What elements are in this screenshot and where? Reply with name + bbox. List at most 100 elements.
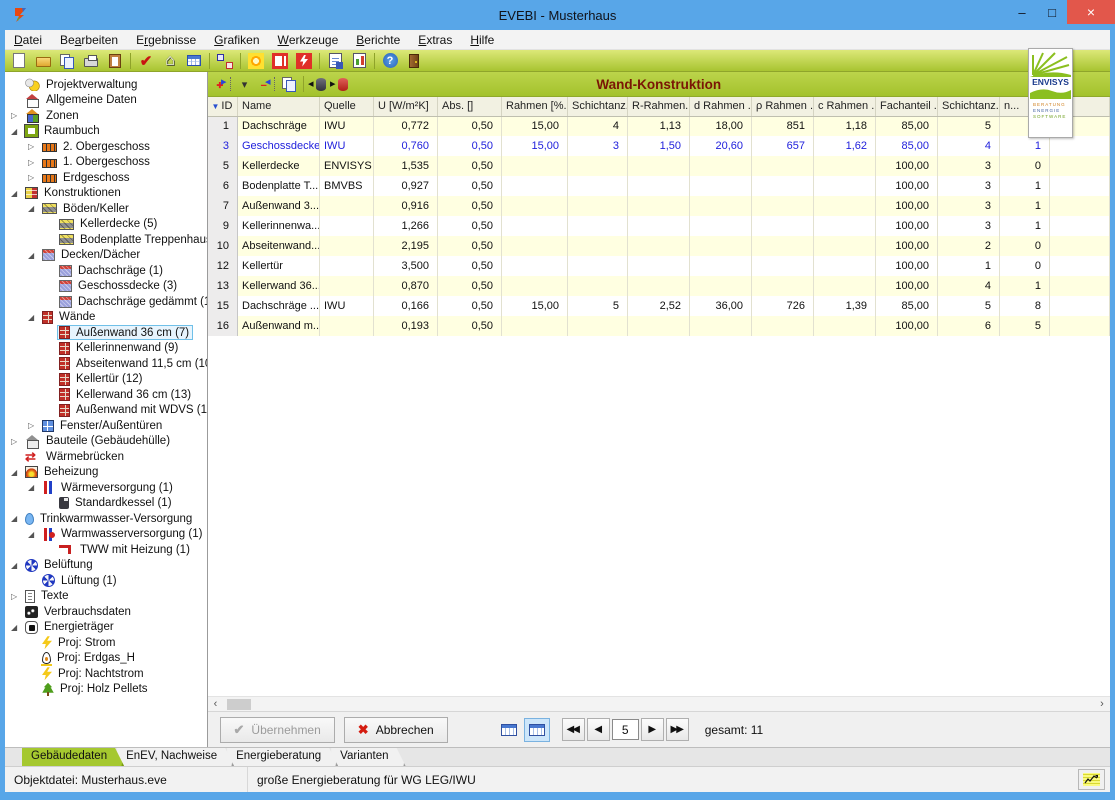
table-cell[interactable]: 0,50 — [438, 276, 502, 296]
table-cell[interactable] — [1050, 296, 1110, 316]
table-cell[interactable] — [502, 316, 568, 336]
table-cell[interactable]: 100,00 — [876, 276, 938, 296]
table-cell[interactable]: 0,50 — [438, 116, 502, 136]
table-cell[interactable] — [568, 316, 628, 336]
table-cell[interactable]: 100,00 — [876, 176, 938, 196]
table-cell[interactable]: 3 — [938, 176, 1000, 196]
add-dropdown-button[interactable] — [234, 74, 256, 94]
table-cell[interactable] — [1050, 236, 1110, 256]
table-cell[interactable]: 0,50 — [438, 316, 502, 336]
table-cell[interactable] — [502, 176, 568, 196]
table-cell[interactable]: 1,266 — [374, 216, 438, 236]
table-cell[interactable]: Kellerdecke — [238, 156, 320, 176]
tree-item[interactable]: Abseitenwand 11,5 cm (10) — [5, 356, 207, 372]
table-cell[interactable] — [690, 156, 752, 176]
table-cell[interactable] — [752, 236, 814, 256]
db-import-button[interactable] — [307, 74, 329, 94]
table-cell[interactable]: 0,772 — [374, 116, 438, 136]
table-cell[interactable]: 0,927 — [374, 176, 438, 196]
table-cell[interactable] — [752, 156, 814, 176]
tab-enev-nachweise[interactable]: EnEV, Nachweise — [117, 748, 234, 766]
table-cell[interactable]: IWU — [320, 296, 374, 316]
table-cell[interactable]: 0 — [1000, 236, 1050, 256]
menu-item-ergebnisse[interactable]: Ergebnisse — [127, 30, 205, 49]
table-cell[interactable]: 5 — [1000, 316, 1050, 336]
table-cell[interactable] — [690, 236, 752, 256]
maximize-icon[interactable]: □ — [1037, 0, 1067, 24]
menu-item-bearbeiten[interactable]: Bearbeiten — [51, 30, 127, 49]
table-cell[interactable] — [814, 216, 876, 236]
table-cell[interactable] — [814, 316, 876, 336]
table-cell[interactable]: 1,535 — [374, 156, 438, 176]
table-cell[interactable] — [1050, 216, 1110, 236]
table-cell[interactable] — [628, 176, 690, 196]
table-cell[interactable] — [752, 196, 814, 216]
tree-item[interactable]: Proj: Strom — [5, 635, 207, 651]
table-cell[interactable]: 1,62 — [814, 136, 876, 156]
column-header[interactable]: Abs. [] — [438, 97, 502, 116]
scroll-right-icon[interactable]: › — [1094, 697, 1110, 712]
tree-item[interactable]: ◢Decken/Dächer — [5, 248, 207, 264]
table-cell[interactable]: 5 — [938, 296, 1000, 316]
tree-item[interactable]: ◢Trinkwarmwasser-Versorgung — [5, 511, 207, 527]
table-cell[interactable]: 3 — [208, 136, 238, 156]
table-cell[interactable]: 15,00 — [502, 116, 568, 136]
table-cell[interactable]: 851 — [752, 116, 814, 136]
scroll-thumb[interactable] — [227, 699, 251, 710]
form-view-button[interactable] — [496, 718, 522, 742]
table-cell[interactable]: 13 — [208, 276, 238, 296]
table-cell[interactable] — [814, 156, 876, 176]
table-cell[interactable]: 5 — [208, 156, 238, 176]
table-cell[interactable]: 6 — [938, 316, 1000, 336]
tree-item[interactable]: Kellertür (12) — [5, 372, 207, 388]
tree-item[interactable]: ◢Wärmeversorgung (1) — [5, 480, 207, 496]
table-cell[interactable] — [1050, 176, 1110, 196]
table-cell[interactable]: 0,760 — [374, 136, 438, 156]
tree-item[interactable]: Wärmebrücken — [5, 449, 207, 465]
table-cell[interactable]: Dachschräge ... — [238, 296, 320, 316]
table-cell[interactable]: Dachschräge — [238, 116, 320, 136]
table-cell[interactable] — [690, 316, 752, 336]
table-cell[interactable] — [502, 216, 568, 236]
table-cell[interactable]: 85,00 — [876, 136, 938, 156]
expanded-icon[interactable]: ◢ — [26, 530, 40, 539]
minimize-icon[interactable]: – — [1007, 0, 1037, 24]
sun-button[interactable] — [245, 51, 267, 71]
grid-view-button[interactable] — [524, 718, 550, 742]
table-cell[interactable] — [628, 256, 690, 276]
tree-item[interactable]: ◢Warmwasserversorgung (1) — [5, 527, 207, 543]
table-cell[interactable] — [1050, 156, 1110, 176]
expanded-icon[interactable]: ◢ — [9, 189, 23, 198]
table-cell[interactable]: IWU — [320, 116, 374, 136]
collapsed-icon[interactable]: ▷ — [26, 158, 40, 167]
table-cell[interactable] — [628, 216, 690, 236]
exit-button[interactable] — [403, 51, 425, 71]
expanded-icon[interactable]: ◢ — [9, 468, 23, 477]
column-header[interactable]: d Rahmen ... — [690, 97, 752, 116]
table-cell[interactable]: 15,00 — [502, 136, 568, 156]
table-cell[interactable]: 36,00 — [690, 296, 752, 316]
table-cell[interactable]: 0 — [1000, 156, 1050, 176]
table-cell[interactable] — [320, 316, 374, 336]
table-cell[interactable]: 2,195 — [374, 236, 438, 256]
table-cell[interactable] — [502, 256, 568, 276]
pdf-report-button[interactable] — [348, 51, 370, 71]
table-cell[interactable]: 3 — [568, 136, 628, 156]
validate-check-button[interactable] — [135, 51, 157, 71]
tree-item[interactable]: ◢Böden/Keller — [5, 201, 207, 217]
db-export-button[interactable] — [329, 74, 351, 94]
table-cell[interactable]: 16 — [208, 316, 238, 336]
table-cell[interactable]: Bodenplatte T... — [238, 176, 320, 196]
table-cell[interactable] — [690, 216, 752, 236]
expanded-icon[interactable]: ◢ — [26, 251, 40, 260]
next-record-button[interactable]: ▶ — [641, 718, 664, 741]
table-cell[interactable] — [320, 216, 374, 236]
table-cell[interactable]: Abseitenwand... — [238, 236, 320, 256]
tree-item[interactable]: Geschossdecke (3) — [5, 279, 207, 295]
expanded-icon[interactable]: ◢ — [9, 623, 23, 632]
column-header[interactable]: Rahmen [%... — [502, 97, 568, 116]
table-cell[interactable] — [568, 236, 628, 256]
table-cell[interactable] — [568, 156, 628, 176]
table-cell[interactable] — [502, 156, 568, 176]
help-button[interactable] — [379, 51, 401, 71]
